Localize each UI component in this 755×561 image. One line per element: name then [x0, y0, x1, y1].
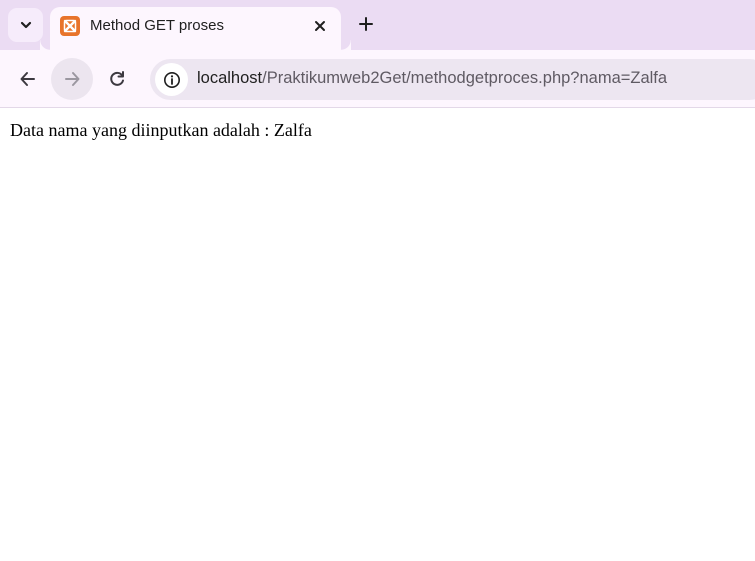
forward-button[interactable] — [51, 58, 93, 100]
close-tab-button[interactable] — [309, 15, 331, 37]
url-text[interactable]: localhost/Praktikumweb2Get/methodgetproc… — [197, 69, 667, 88]
browser-toolbar: localhost/Praktikumweb2Get/methodgetproc… — [0, 50, 755, 108]
output-text: Data nama yang diinputkan adalah : Zalfa — [10, 120, 312, 140]
xampp-icon — [60, 16, 80, 36]
info-icon — [163, 71, 180, 88]
tab-search-button[interactable] — [8, 8, 43, 42]
address-bar[interactable]: localhost/Praktikumweb2Get/methodgetproc… — [150, 59, 755, 100]
page-content: Data nama yang diinputkan adalah : Zalfa — [0, 108, 755, 561]
site-info-button[interactable] — [155, 63, 188, 96]
url-host: localhost — [197, 69, 263, 87]
plus-icon — [359, 17, 373, 31]
reload-icon — [110, 71, 124, 86]
arrow-left-icon — [20, 72, 35, 86]
new-tab-button[interactable] — [352, 10, 380, 38]
url-path: /Praktikumweb2Get/methodgetproces.php?na… — [262, 69, 668, 87]
chevron-down-icon — [20, 21, 31, 29]
tab-active[interactable]: Method GET proses — [50, 7, 341, 50]
tab-strip: Method GET proses — [0, 0, 755, 50]
back-button[interactable] — [7, 58, 49, 100]
arrow-right-icon — [65, 72, 80, 86]
tab-title: Method GET proses — [90, 17, 224, 34]
reload-button[interactable] — [96, 58, 138, 100]
close-icon — [315, 21, 325, 31]
